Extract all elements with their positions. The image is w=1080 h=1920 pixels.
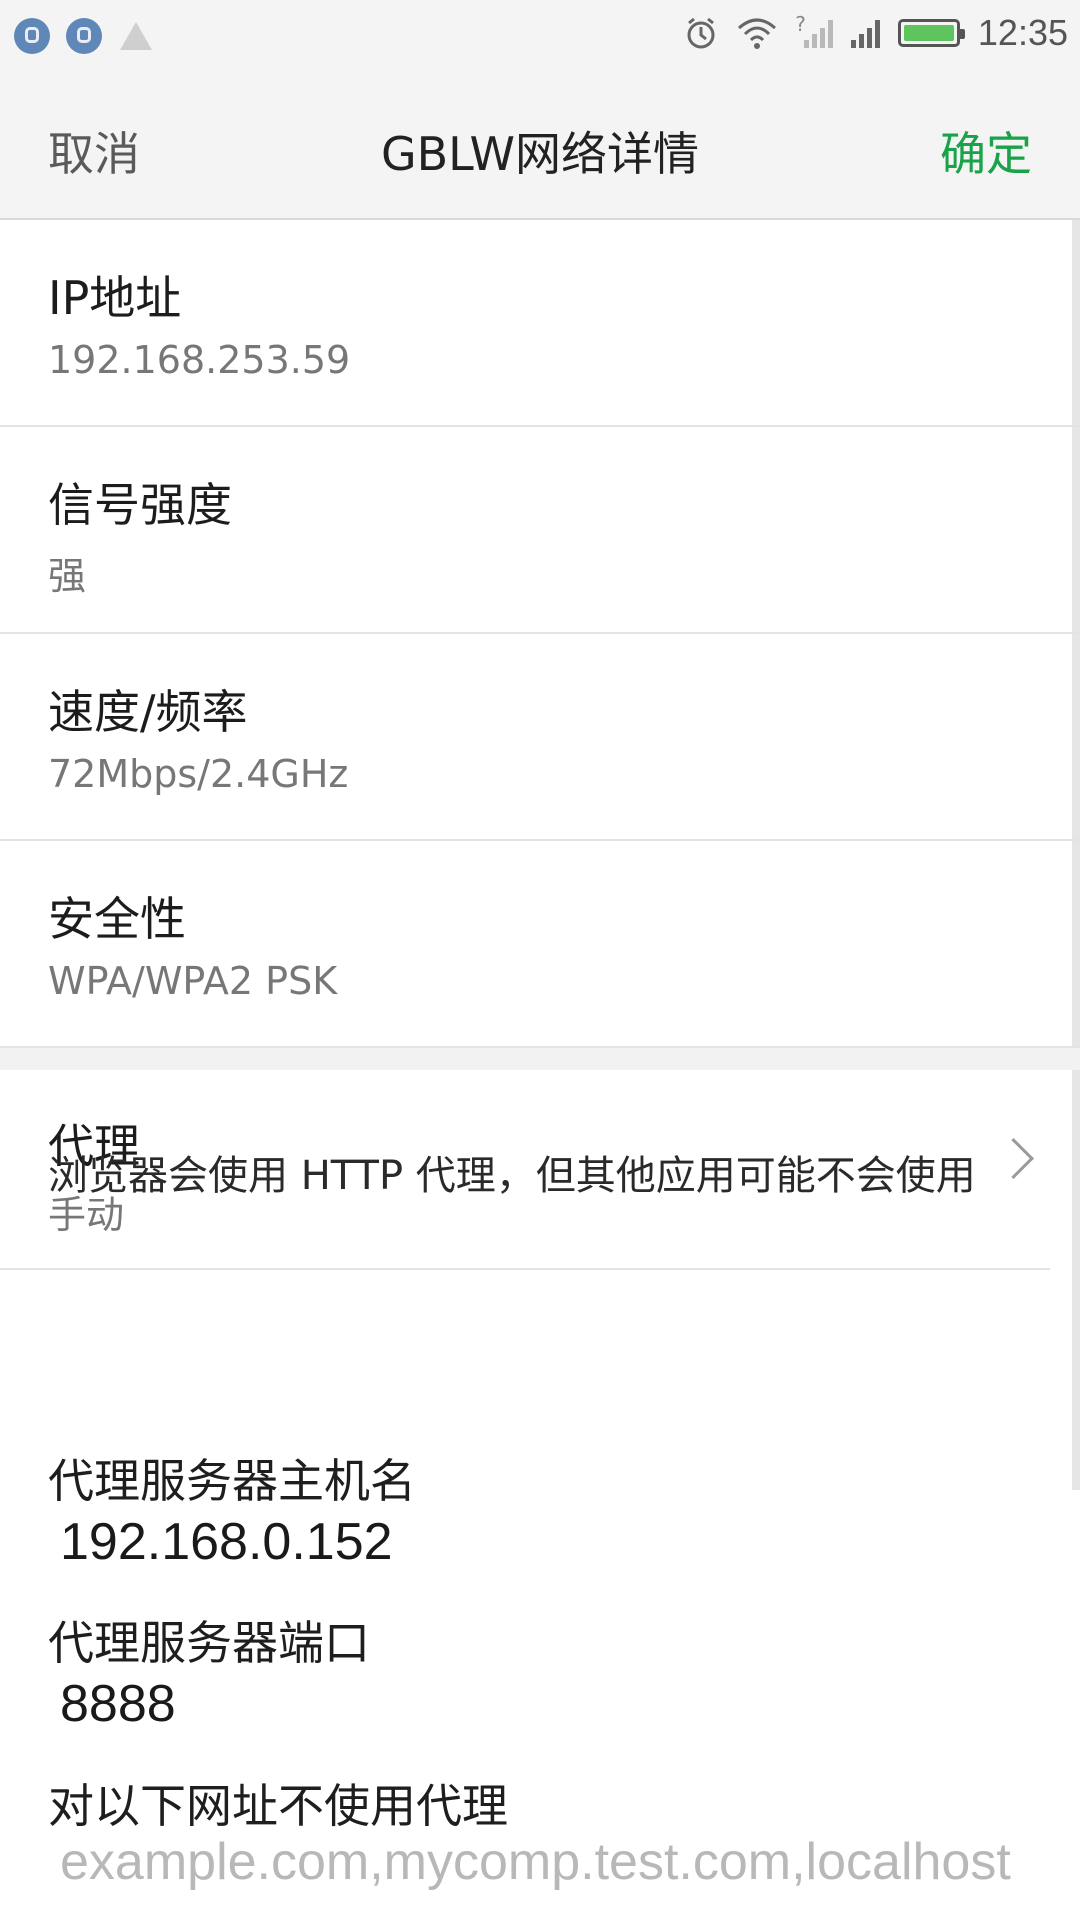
- proxy-note: 浏览器会使用 HTTP 代理，但其他应用可能不会使用: [48, 1153, 976, 1199]
- proxy-host-label: 代理服务器主机名: [48, 1454, 416, 1508]
- battery-icon: [897, 19, 965, 47]
- page-title: GBLW网络详情: [380, 127, 700, 181]
- detail-value: 强: [48, 554, 87, 598]
- chevron-right-icon: [992, 1137, 1035, 1180]
- confirm-button[interactable]: 确定: [940, 118, 1032, 184]
- detail-value: 72Mbps/2.4GHz: [48, 752, 349, 796]
- proxy-bypass-label: 对以下网址不使用代理: [48, 1779, 508, 1833]
- proxy-port-label: 代理服务器端口: [48, 1616, 370, 1670]
- proxy-bypass-input[interactable]: example.com,mycomp.test.com,localhost: [60, 1832, 1032, 1892]
- detail-label: 安全性: [48, 892, 186, 946]
- detail-value: WPA/WPA2 PSK: [48, 959, 338, 1003]
- alarm-icon: [687, 17, 715, 49]
- status-time: 12:35: [977, 12, 1068, 53]
- detail-label: 速度/频率: [48, 685, 248, 739]
- detail-security: 安全性 WPA/WPA2 PSK: [0, 841, 1080, 1048]
- detail-signal-strength: 信号强度 强: [0, 427, 1080, 634]
- detail-value: 192.168.253.59: [48, 338, 351, 382]
- title-bar: 取消 GBLW网络详情 确定: [0, 78, 1080, 220]
- proxy-host-input[interactable]: 192.168.0.152: [60, 1512, 393, 1572]
- no-sim-signal-icon: ?: [795, 12, 833, 48]
- section-divider: [0, 1048, 1080, 1070]
- detail-ip-address: IP地址 192.168.253.59: [0, 220, 1080, 427]
- network-details: IP地址 192.168.253.59 信号强度 强 速度/频率 72Mbps/…: [0, 220, 1080, 1270]
- notification-app-icon: [14, 18, 50, 54]
- detail-label: 信号强度: [48, 478, 232, 532]
- status-bar: ? 12:35: [0, 0, 1080, 78]
- cellular-signal-icon: [850, 18, 880, 48]
- detail-label: IP地址: [48, 271, 182, 325]
- warning-icon: [120, 22, 152, 50]
- proxy-port-input[interactable]: 8888: [60, 1674, 176, 1734]
- notification-app-icon: [66, 18, 102, 54]
- detail-link-speed: 速度/频率 72Mbps/2.4GHz: [0, 634, 1080, 841]
- wifi-icon: [738, 18, 777, 49]
